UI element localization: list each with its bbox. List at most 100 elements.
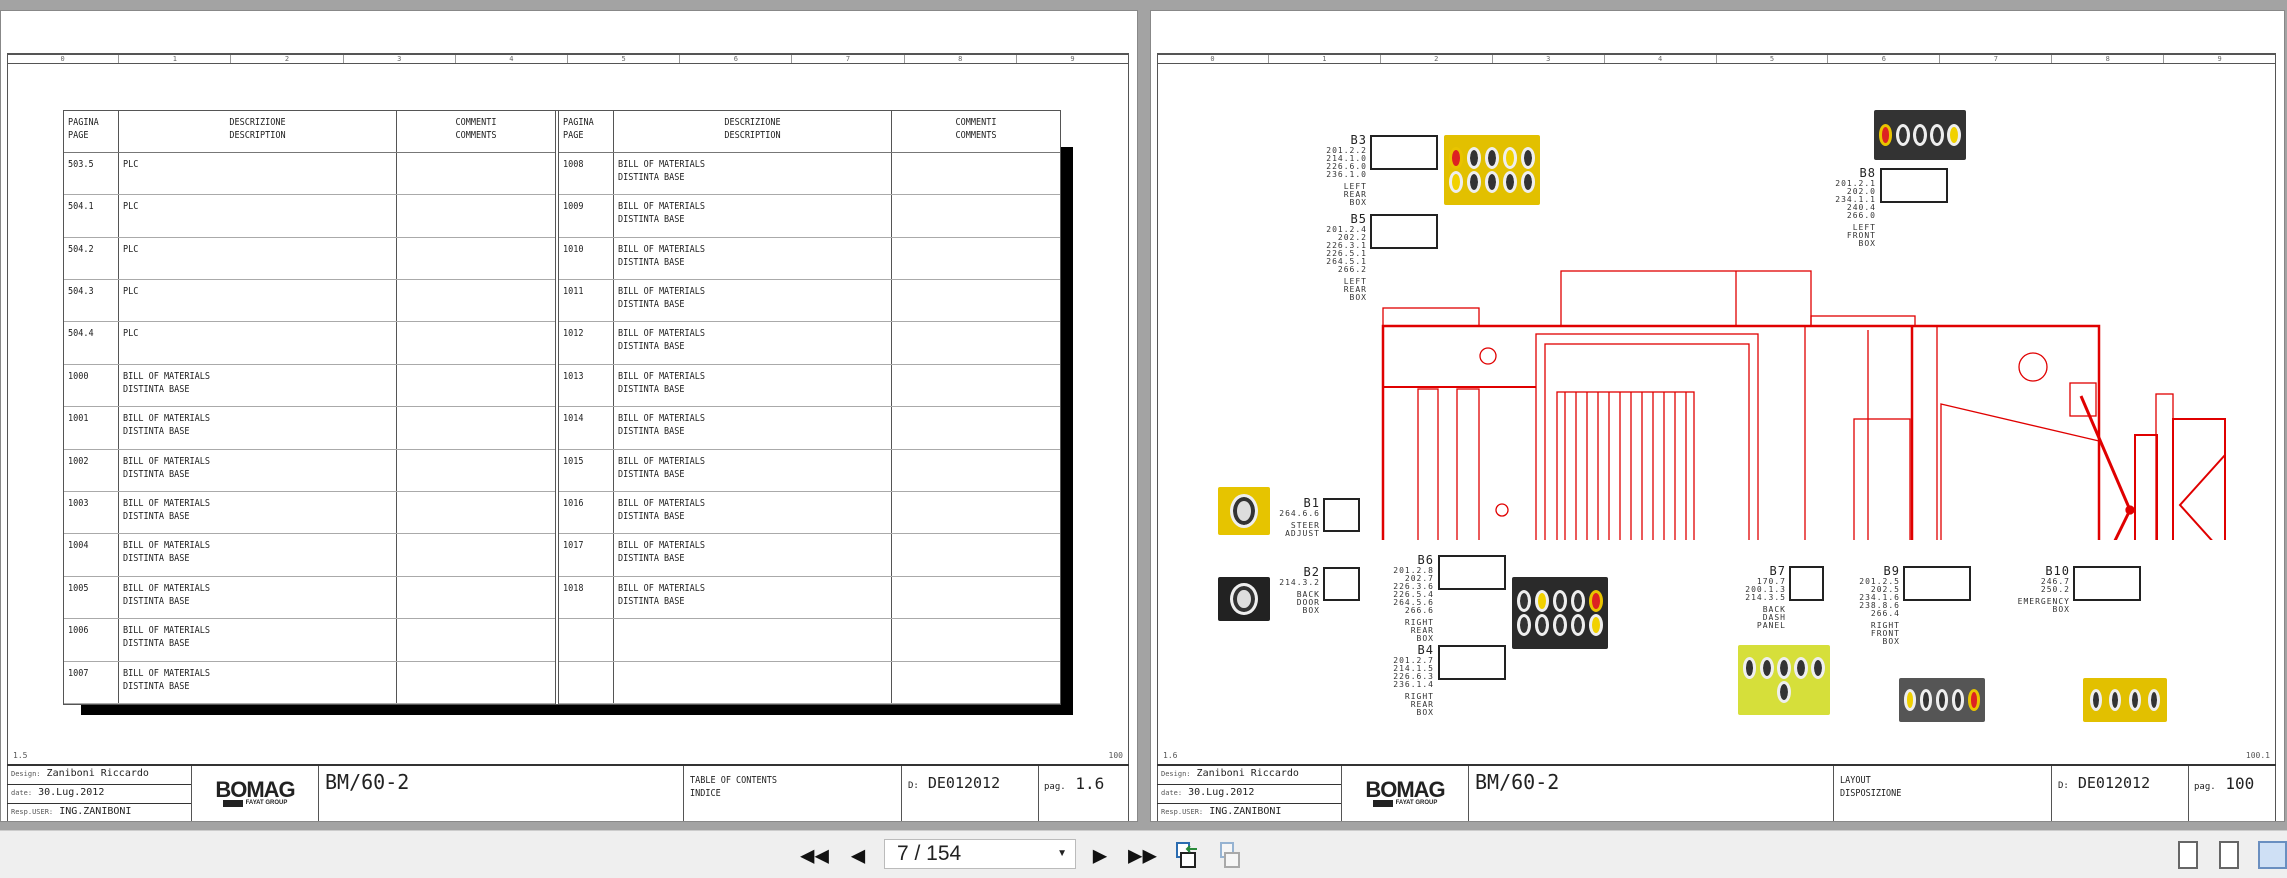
next-page-button[interactable]: ▶ [1090, 841, 1110, 869]
pag-label: pag. [2194, 782, 2216, 792]
next-page-ref: 100 [1108, 751, 1123, 760]
next-page-ref: 100.1 [2245, 751, 2270, 760]
page-number[interactable]: 503.5 [68, 158, 107, 171]
box-id: B4 [1417, 643, 1434, 657]
page-number[interactable]: 1011 [563, 285, 602, 298]
previous-page-button[interactable]: ◀ [848, 841, 868, 869]
resp-field: Resp.USER: ING.ZANIBONI [1157, 804, 1341, 823]
document-number: D: DE012012 [902, 766, 1039, 821]
date: 30.Lug.2012 [1188, 787, 1255, 798]
page-number[interactable]: 1013 [563, 370, 602, 383]
description: BILL OF MATERIALS DISTINTA BASE [618, 158, 706, 183]
description-cell: BILL OF MATERIALS DISTINTA BASE [614, 280, 892, 322]
logo-subtext: FAYAT GROUP [222, 800, 287, 807]
page-number[interactable]: 1000 [68, 370, 107, 383]
chevron-down-icon: ▼ [1057, 848, 1067, 859]
description: BILL OF MATERIALS DISTINTA BASE [123, 498, 211, 523]
designer: Zaniboni Riccardo [46, 768, 149, 779]
connector-box-b5[interactable] [1370, 214, 1438, 249]
toc-row: 1013 BILL OF MATERIALS DISTINTA BASE [559, 364, 1060, 408]
last-page-button[interactable]: ▶▶ [1128, 841, 1157, 869]
page-number[interactable]: 504.3 [68, 285, 107, 298]
toc-row: 1015 BILL OF MATERIALS DISTINTA BASE [559, 449, 1060, 493]
page-number[interactable]: 504.1 [68, 200, 107, 213]
panel-photo-b3 [1444, 135, 1540, 205]
resp-label: Resp.USER: [1161, 808, 1204, 816]
description-cell: BILL OF MATERIALS DISTINTA BASE [614, 322, 892, 364]
toc-row: 1016 BILL OF MATERIALS DISTINTA BASE [559, 492, 1060, 535]
description-cell: BILL OF MATERIALS DISTINTA BASE [119, 449, 397, 492]
description: BILL OF MATERIALS DISTINTA BASE [123, 582, 211, 607]
page-cell: 1003 [64, 492, 119, 534]
page-number[interactable]: 1018 [563, 582, 602, 595]
page-number[interactable]: 1008 [563, 158, 602, 171]
page-number[interactable]: 1015 [563, 455, 602, 468]
connector-box-b7[interactable] [1789, 566, 1824, 601]
continuous-view-button[interactable] [2219, 841, 2239, 869]
page-number[interactable]: 1006 [68, 624, 107, 637]
sheet-page: 100 [2225, 774, 2255, 793]
page-number[interactable]: 1014 [563, 412, 602, 425]
box-label-b9: B9 201.2.5 202.5 234.1.6 238.8.6 266.4 RIG… [1859, 564, 1900, 646]
page-number[interactable]: 1009 [563, 200, 602, 213]
page-cell: 1017 [559, 534, 614, 576]
description: BILL OF MATERIALS DISTINTA BASE [618, 413, 706, 438]
page-number[interactable]: 1007 [68, 667, 107, 680]
toc-row: 1008 BILL OF MATERIALS DISTINTA BASE [559, 152, 1060, 196]
page-number[interactable]: 1017 [563, 539, 602, 552]
rotate-forward-icon[interactable] [1218, 841, 1246, 869]
page-number-field: pag. 100 [2189, 766, 2276, 821]
rotate-back-icon[interactable] [1174, 841, 1202, 869]
box-location: BACK DOOR BOX [1296, 590, 1320, 615]
connector-box-b6[interactable] [1438, 555, 1506, 590]
connector-box-b9[interactable] [1903, 566, 1971, 601]
connector-box-b10[interactable] [2073, 566, 2141, 601]
connector-box-b4[interactable] [1438, 645, 1506, 680]
header-label: COMMENTI COMMENTS [455, 117, 497, 141]
description-cell: PLC [119, 237, 397, 280]
page-number[interactable]: 1005 [68, 582, 107, 595]
toc-row: 1005 BILL OF MATERIALS DISTINTA BASE [64, 576, 555, 620]
author-zone: Design: Zaniboni Riccardo date: 30.Lug.2… [7, 766, 192, 821]
page-number[interactable]: 1016 [563, 497, 602, 510]
connector-box-b2[interactable] [1323, 567, 1360, 601]
connector-box-b3[interactable] [1370, 135, 1438, 170]
description-cell: BILL OF MATERIALS DISTINTA BASE [614, 237, 892, 280]
toc-header-row: PAGINA PAGE DESCRIZIONE DESCRIPTION COMMEN… [64, 111, 555, 153]
date-label: date: [1161, 789, 1183, 797]
page-select[interactable]: 7 / 154 ▼ [884, 839, 1076, 869]
box-label-b3: B3 201.2.2 214.1.0 226.6.0 236.1.0 LEFT RE… [1326, 133, 1367, 207]
page-number[interactable]: 1002 [68, 455, 107, 468]
connector-box-b1[interactable] [1323, 498, 1360, 532]
page-number[interactable]: 1012 [563, 327, 602, 340]
page-number[interactable]: 504.4 [68, 327, 107, 340]
two-page-view-button[interactable] [2258, 841, 2287, 869]
viewer-toolbar: ◀◀ ◀ 7 / 154 ▼ ▶ ▶▶ [0, 830, 2287, 878]
single-page-view-button[interactable] [2178, 841, 2198, 869]
header-page: PAGINA PAGE [64, 111, 119, 152]
page-number[interactable]: 504.2 [68, 243, 107, 256]
first-page-button[interactable]: ◀◀ [800, 841, 829, 869]
description-cell: BILL OF MATERIALS DISTINTA BASE [119, 492, 397, 534]
toc-row [559, 661, 1060, 704]
table-shadow [81, 705, 1073, 715]
comments-cell [892, 153, 1060, 194]
connector-box-b8[interactable] [1880, 168, 1948, 203]
doc-label: D: [908, 781, 919, 791]
box-location: RIGHT FRONT BOX [1870, 621, 1900, 646]
description: PLC [123, 158, 139, 170]
toc-table: PAGINA PAGE DESCRIZIONE DESCRIPTION COMMEN… [63, 110, 1061, 705]
header-desc: DESCRIZIONE DESCRIPTION [614, 111, 892, 152]
page-number[interactable]: 1003 [68, 497, 107, 510]
comments-cell [397, 238, 555, 279]
description-cell: BILL OF MATERIALS DISTINTA BASE [119, 619, 397, 661]
sheet-page: 1.6 [1075, 774, 1105, 793]
page-number[interactable]: 1004 [68, 539, 107, 552]
page-number[interactable]: 1001 [68, 412, 107, 425]
toc-row: 1014 BILL OF MATERIALS DISTINTA BASE [559, 407, 1060, 450]
description-cell: BILL OF MATERIALS DISTINTA BASE [119, 407, 397, 449]
page-number[interactable]: 1010 [563, 243, 602, 256]
comments-cell [397, 577, 555, 618]
comments-cell [892, 280, 1060, 321]
doc-id: DE012012 [927, 774, 1001, 792]
